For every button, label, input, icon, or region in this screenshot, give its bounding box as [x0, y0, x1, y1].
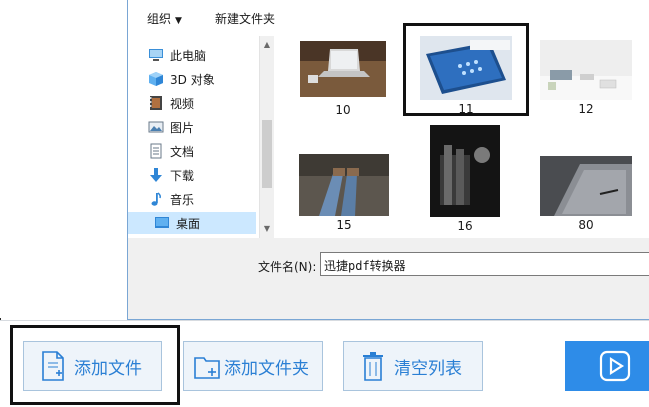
nav-label: 下载 — [170, 168, 195, 183]
organize-menu[interactable]: 组织 ▼ — [147, 10, 182, 27]
add-folder-label: 添加文件夹 — [224, 358, 309, 379]
nav-item-this-pc[interactable]: 此电脑 — [148, 44, 206, 66]
nav-label: 图片 — [170, 120, 195, 135]
image-thumbnail — [300, 41, 386, 97]
document-icon — [150, 143, 162, 159]
nav-label: 桌面 — [176, 216, 201, 231]
nav-scrollbar[interactable]: ▲ ▼ — [259, 36, 274, 238]
add-folder-button[interactable]: 添加文件夹 — [183, 341, 323, 391]
file-item[interactable]: 80 — [540, 156, 632, 232]
add-folder-icon — [194, 357, 220, 379]
file-item[interactable]: 15 — [299, 154, 389, 232]
file-name: 16 — [457, 219, 473, 233]
file-name: 15 — [336, 218, 352, 232]
cube-3d-icon — [149, 72, 163, 86]
nav-label: 文档 — [170, 144, 195, 159]
computer-icon — [149, 49, 163, 61]
clear-list-label: 清空列表 — [394, 358, 462, 379]
nav-item-music[interactable]: 音乐 — [148, 188, 194, 210]
file-item[interactable]: 12 — [540, 40, 632, 116]
new-folder-button[interactable]: 新建文件夹 — [215, 10, 275, 27]
music-note-icon — [151, 192, 161, 206]
video-icon — [150, 96, 162, 110]
nav-item-3d-objects[interactable]: 3D 对象 — [148, 68, 215, 90]
scroll-down-icon[interactable]: ▼ — [260, 222, 274, 236]
clear-list-button[interactable]: 清空列表 — [343, 341, 483, 391]
file-grid: 10 11 12 15 16 80 — [274, 23, 649, 238]
desktop-icon — [155, 217, 169, 228]
file-item[interactable]: 10 — [300, 41, 386, 117]
filename-row: 文件名(N): 迅捷pdf转换器 — [128, 238, 649, 319]
file-item[interactable]: 16 — [430, 125, 500, 233]
image-thumbnail — [299, 154, 389, 216]
image-thumbnail — [430, 125, 500, 217]
image-thumbnail — [540, 40, 632, 100]
file-name: 12 — [578, 102, 594, 116]
bottom-toolbar: 添加文件 添加文件夹 清空列表 — [0, 320, 649, 407]
scrollbar-thumb[interactable] — [262, 120, 272, 188]
image-thumbnail — [420, 36, 512, 100]
chevron-down-icon: ▼ — [175, 16, 182, 26]
nav-label: 此电脑 — [170, 48, 207, 63]
scroll-up-icon[interactable]: ▲ — [260, 38, 274, 52]
nav-item-pictures[interactable]: 图片 — [148, 116, 194, 138]
filename-label: 文件名(N): — [258, 260, 317, 274]
file-name: 11 — [458, 102, 474, 116]
nav-label: 3D 对象 — [170, 72, 215, 87]
filename-input[interactable]: 迅捷pdf转换器 — [320, 252, 649, 276]
nav-item-videos[interactable]: 视频 — [148, 92, 194, 114]
add-file-icon — [42, 351, 64, 381]
file-open-dialog: 组织 ▼ 新建文件夹 此电脑 3D 对象 视频 图片 文档 下载 音乐 桌面 ▲… — [127, 0, 649, 320]
nav-label: 视频 — [170, 96, 195, 111]
download-arrow-icon — [150, 168, 162, 182]
nav-label: 音乐 — [170, 192, 195, 207]
picture-icon — [148, 121, 164, 133]
trash-icon — [363, 352, 383, 381]
nav-item-desktop[interactable]: 桌面 — [128, 212, 256, 234]
file-name: 80 — [578, 218, 594, 232]
file-item[interactable]: 11 — [420, 36, 512, 116]
nav-item-documents[interactable]: 文档 — [148, 140, 194, 162]
start-convert-button[interactable] — [565, 341, 649, 391]
file-name: 10 — [335, 103, 351, 117]
image-thumbnail — [540, 156, 632, 216]
play-icon — [599, 350, 631, 382]
command-bar: 组织 ▼ 新建文件夹 — [128, 0, 649, 37]
add-file-label: 添加文件 — [74, 358, 142, 379]
main-panel-left — [0, 0, 127, 318]
add-file-button[interactable]: 添加文件 — [23, 341, 162, 391]
organize-label: 组织 — [147, 12, 172, 26]
navigation-pane: 此电脑 3D 对象 视频 图片 文档 下载 音乐 桌面 — [128, 36, 261, 238]
nav-item-downloads[interactable]: 下载 — [148, 164, 194, 186]
